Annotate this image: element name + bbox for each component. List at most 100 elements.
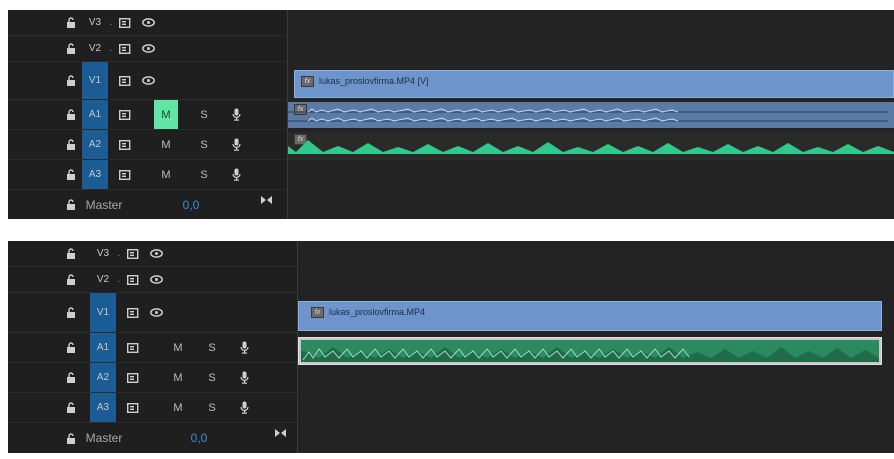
sync-lock-icon[interactable] [116,36,134,61]
solo-button-a1[interactable]: S [196,100,212,129]
track-header-a1: A1 M S [8,100,287,130]
separator-dot: . [109,43,113,54]
track-name[interactable]: V2 [92,267,114,292]
clip-title: lukas_proslovfirma.MP4 [V] [319,76,429,86]
track-target-a1[interactable]: A1 [82,100,108,129]
track-target-a1[interactable]: A1 [90,333,116,362]
eye-icon[interactable] [146,267,166,292]
bowtie-icon[interactable] [258,185,274,214]
video-clip[interactable]: fx lukas_proslovfirma.MP4 [298,301,882,331]
separator-dot: . [109,17,113,28]
mute-button-a1[interactable]: M [154,100,178,129]
fx-badge: fx [301,76,314,87]
track-name[interactable]: V3 [92,241,114,266]
sync-lock-icon[interactable] [124,241,142,266]
mic-icon[interactable] [228,130,244,159]
lock-icon[interactable] [64,100,78,129]
track-headers: V3 . V2 . V1 A1 M S A2 M S A3 M S Master… [8,241,297,453]
clip-title: lukas_proslovfirma.MP4 [329,307,426,317]
track-target-a3[interactable]: A3 [90,393,116,422]
eye-icon[interactable] [146,293,166,332]
lock-icon[interactable] [64,10,78,35]
lock-icon[interactable] [64,190,78,219]
mic-icon[interactable] [228,100,244,129]
solo-button-a2[interactable]: S [204,363,220,392]
solo-button-a3[interactable]: S [196,160,212,189]
track-header-a2: A2 M S [8,363,297,393]
track-header-a1: A1 M S [8,333,297,363]
lock-icon[interactable] [64,160,78,189]
timeline-panel-bottom: V3 . V2 . V1 A1 M S A2 M S A3 M S Master… [8,241,894,453]
waveform-a1 [288,108,888,122]
mic-icon[interactable] [236,393,252,422]
eye-icon[interactable] [138,62,158,99]
master-volume-value[interactable]: 0,0 [178,190,204,219]
track-header-a3: A3 M S [8,393,297,423]
lock-icon[interactable] [64,241,78,266]
sync-lock-icon[interactable] [116,62,134,99]
mute-button-a2[interactable]: M [166,363,190,392]
mute-button-a3[interactable]: M [166,393,190,422]
sync-lock-icon[interactable] [124,333,142,362]
eye-icon[interactable] [138,10,158,35]
lock-icon[interactable] [64,36,78,61]
lock-icon[interactable] [64,62,78,99]
lock-icon[interactable] [64,423,78,453]
lock-icon[interactable] [64,293,78,332]
video-clip[interactable]: fx lukas_proslovfirma.MP4 [V] [294,70,894,98]
track-target-a3[interactable]: A3 [82,160,108,189]
waveform-a2 [288,140,894,154]
eye-icon[interactable] [138,36,158,61]
sync-lock-icon[interactable] [124,293,142,332]
mic-icon[interactable] [236,363,252,392]
solo-button-a3[interactable]: S [204,393,220,422]
master-volume-value[interactable]: 0,0 [186,423,212,453]
track-target-a2[interactable]: A2 [82,130,108,159]
track-target-v1[interactable]: V1 [82,62,108,99]
track-target-a2[interactable]: A2 [90,363,116,392]
track-area: fx lukas_proslovfirma.MP4 [V] fx fx [288,10,894,219]
sync-lock-icon[interactable] [116,10,134,35]
sync-lock-icon[interactable] [116,100,134,129]
fx-badge: fx [311,307,324,318]
track-header-a3: A3 M S [8,160,287,190]
track-header-a2: A2 M S [8,130,287,160]
lock-icon[interactable] [64,393,78,422]
track-header-v3: V3 . [8,10,287,36]
solo-button-a1[interactable]: S [204,333,220,362]
sync-lock-icon[interactable] [116,130,134,159]
track-target-v1[interactable]: V1 [90,293,116,332]
bowtie-icon[interactable] [272,418,288,448]
track-header-v1: V1 [8,293,297,333]
lock-icon[interactable] [64,130,78,159]
track-header-v3: V3 . [8,241,297,267]
mic-icon[interactable] [228,160,244,189]
sync-lock-icon[interactable] [116,160,134,189]
mute-button-a2[interactable]: M [154,130,178,159]
track-name[interactable]: V2 [84,36,106,61]
waveform-a1 [301,340,879,362]
master-label: Master [85,197,123,212]
track-header-v1: V1 [8,62,287,100]
lock-icon[interactable] [64,267,78,292]
track-header-master: Master 0,0 [8,190,287,219]
audio-clip-a1[interactable]: fx [298,337,882,365]
track-name[interactable]: V3 [84,10,106,35]
sync-lock-icon[interactable] [124,267,142,292]
eye-icon[interactable] [146,241,166,266]
track-header-v2: V2 . [8,36,287,62]
audio-clip-a1[interactable]: fx [288,102,894,128]
audio-clip-a2[interactable]: fx [288,132,894,160]
sync-lock-icon[interactable] [124,393,142,422]
master-label: Master [85,431,123,445]
mic-icon[interactable] [236,333,252,362]
track-headers: V3 . V2 . V1 A1 M S A2 M S A3 M S Master… [8,10,287,219]
mute-button-a3[interactable]: M [154,160,178,189]
sync-lock-icon[interactable] [124,363,142,392]
lock-icon[interactable] [64,363,78,392]
mute-button-a1[interactable]: M [166,333,190,362]
separator-dot: . [117,248,121,259]
track-area: fx lukas_proslovfirma.MP4 fx [298,241,894,453]
solo-button-a2[interactable]: S [196,130,212,159]
lock-icon[interactable] [64,333,78,362]
